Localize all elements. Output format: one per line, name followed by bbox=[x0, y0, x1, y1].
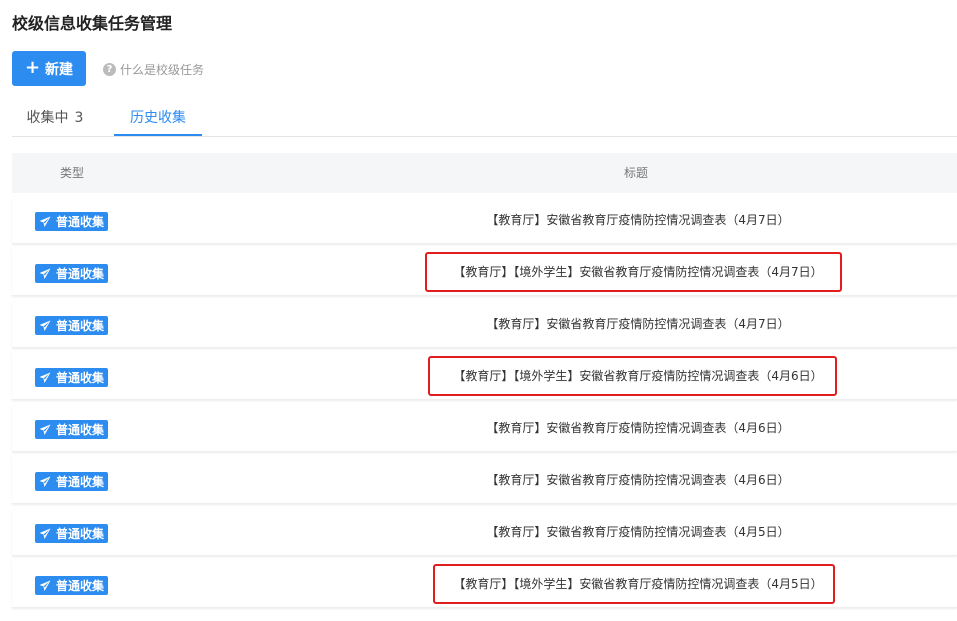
plus-icon: + bbox=[24, 56, 41, 78]
row-title[interactable]: 【教育厅】安徽省教育厅疫情防控情况调查表（4月7日） bbox=[12, 301, 957, 348]
highlight-box bbox=[433, 564, 835, 604]
row-title[interactable]: 【教育厅】安徽省教育厅疫情防控情况调查表（4月7日） bbox=[12, 197, 957, 244]
help-label: 什么是校级任务 bbox=[120, 63, 205, 77]
table-row[interactable]: 普通收集 【教育厅】安徽省教育厅疫情防控情况调查表（4月6日） bbox=[12, 457, 957, 504]
help-link[interactable]: ? 什么是校级任务 bbox=[103, 61, 204, 78]
tab-history-label: 历史收集 bbox=[130, 110, 186, 126]
tab-history[interactable]: 历史收集 bbox=[114, 102, 202, 136]
table-row[interactable]: 普通收集 【教育厅】安徽省教育厅疫情防控情况调查表（4月7日） bbox=[12, 301, 957, 348]
row-title[interactable]: 【教育厅】安徽省教育厅疫情防控情况调查表（4月6日） bbox=[12, 457, 957, 504]
question-circle-icon: ? bbox=[103, 63, 116, 76]
table-row[interactable]: 普通收集 【教育厅】安徽省教育厅疫情防控情况调查表（4月6日） bbox=[12, 405, 957, 452]
table-header: 类型 标题 bbox=[12, 153, 957, 193]
tab-collecting[interactable]: 收集中 3 bbox=[12, 102, 98, 135]
table-row[interactable]: 普通收集 【教育厅】安徽省教育厅疫情防控情况调查表（4月7日） bbox=[12, 197, 957, 244]
highlight-box bbox=[428, 356, 837, 396]
new-button-label: 新建 bbox=[45, 61, 74, 78]
tab-bar: 收集中 3 历史收集 bbox=[12, 102, 957, 137]
tab-collecting-label: 收集中 bbox=[26, 110, 69, 126]
page-title: 校级信息收集任务管理 bbox=[12, 14, 173, 33]
row-title[interactable]: 【教育厅】安徽省教育厅疫情防控情况调查表（4月6日） bbox=[12, 405, 957, 452]
highlight-box bbox=[425, 252, 842, 292]
column-header-type: 类型 bbox=[60, 166, 85, 180]
table-row[interactable]: 普通收集 【教育厅】安徽省教育厅疫情防控情况调查表（4月5日） bbox=[12, 509, 957, 556]
tab-collecting-count: 3 bbox=[74, 110, 84, 126]
column-header-title: 标题 bbox=[624, 166, 649, 180]
new-button[interactable]: + 新建 bbox=[12, 51, 86, 86]
row-title[interactable]: 【教育厅】安徽省教育厅疫情防控情况调查表（4月5日） bbox=[12, 509, 957, 556]
